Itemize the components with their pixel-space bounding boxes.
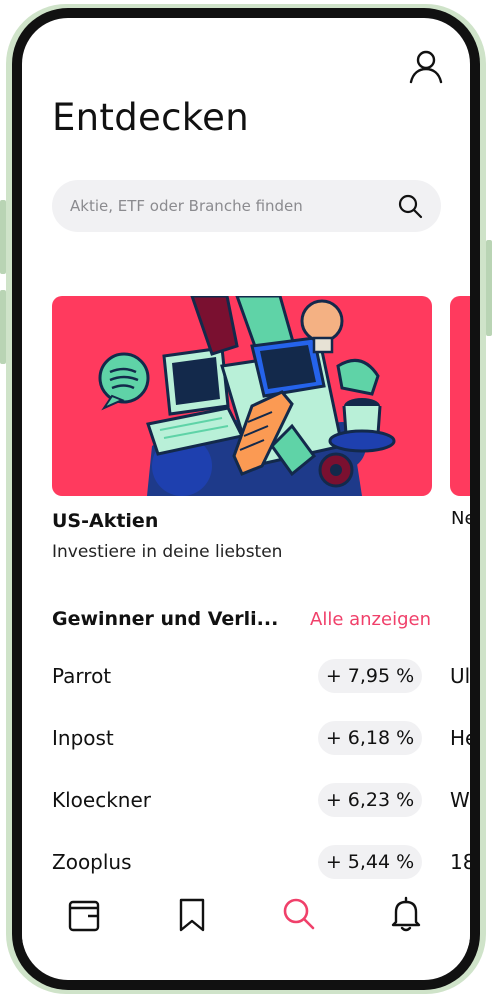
power-button[interactable] [486, 240, 492, 336]
change-badge: + 5,44 % [318, 845, 422, 879]
stock-name: Zooplus [52, 850, 132, 874]
featured-card-next[interactable] [450, 296, 470, 496]
tab-watchlist[interactable] [170, 892, 214, 936]
featured-card-title: US-Aktien [52, 510, 159, 532]
change-badge: + 6,23 % [318, 783, 422, 817]
wallet-icon [68, 900, 100, 932]
bell-icon [391, 896, 421, 932]
featured-card-us-stocks[interactable] [52, 296, 432, 496]
mover-row[interactable]: Kloeckner + 6,23 % W [52, 780, 470, 820]
change-badge: + 6,18 % [318, 721, 422, 755]
mover-row[interactable]: Zooplus + 5,44 % 18 [52, 842, 470, 882]
mover-row[interactable]: Inpost + 6,18 % He [52, 718, 470, 758]
stock-name-peek: W [450, 788, 470, 812]
tab-portfolio[interactable] [62, 892, 106, 936]
stock-name: Kloeckner [52, 788, 151, 812]
app-screen: Entdecken Aktie, ETF oder Branche finden… [22, 18, 470, 980]
show-all-link[interactable]: Alle anzeigen [310, 609, 431, 630]
search-bar[interactable] [52, 180, 441, 232]
bottom-tab-bar [22, 886, 470, 946]
search-icon [283, 898, 315, 930]
user-icon [409, 50, 443, 84]
bookmark-icon [179, 898, 205, 932]
tab-notifications[interactable] [384, 892, 428, 936]
search-input[interactable] [70, 180, 380, 232]
stock-name: Inpost [52, 726, 114, 750]
mover-row[interactable]: Parrot + 7,95 % Ul [52, 656, 470, 696]
stock-name: Parrot [52, 664, 112, 688]
us-stocks-illustration [98, 296, 396, 496]
stock-name-peek: Ul [450, 664, 470, 688]
featured-card-subtitle: Investiere in deine liebsten [52, 542, 283, 562]
tab-discover[interactable] [277, 892, 321, 936]
featured-card-next-title: Ne [451, 508, 470, 529]
stock-name-peek: He [450, 726, 470, 750]
search-icon[interactable] [397, 193, 423, 219]
stock-name-peek: 18 [450, 850, 470, 874]
change-badge: + 7,95 % [318, 659, 422, 693]
movers-section-title: Gewinner und Verli... [52, 608, 279, 630]
page-title: Entdecken [52, 96, 249, 139]
profile-button[interactable] [406, 46, 446, 86]
